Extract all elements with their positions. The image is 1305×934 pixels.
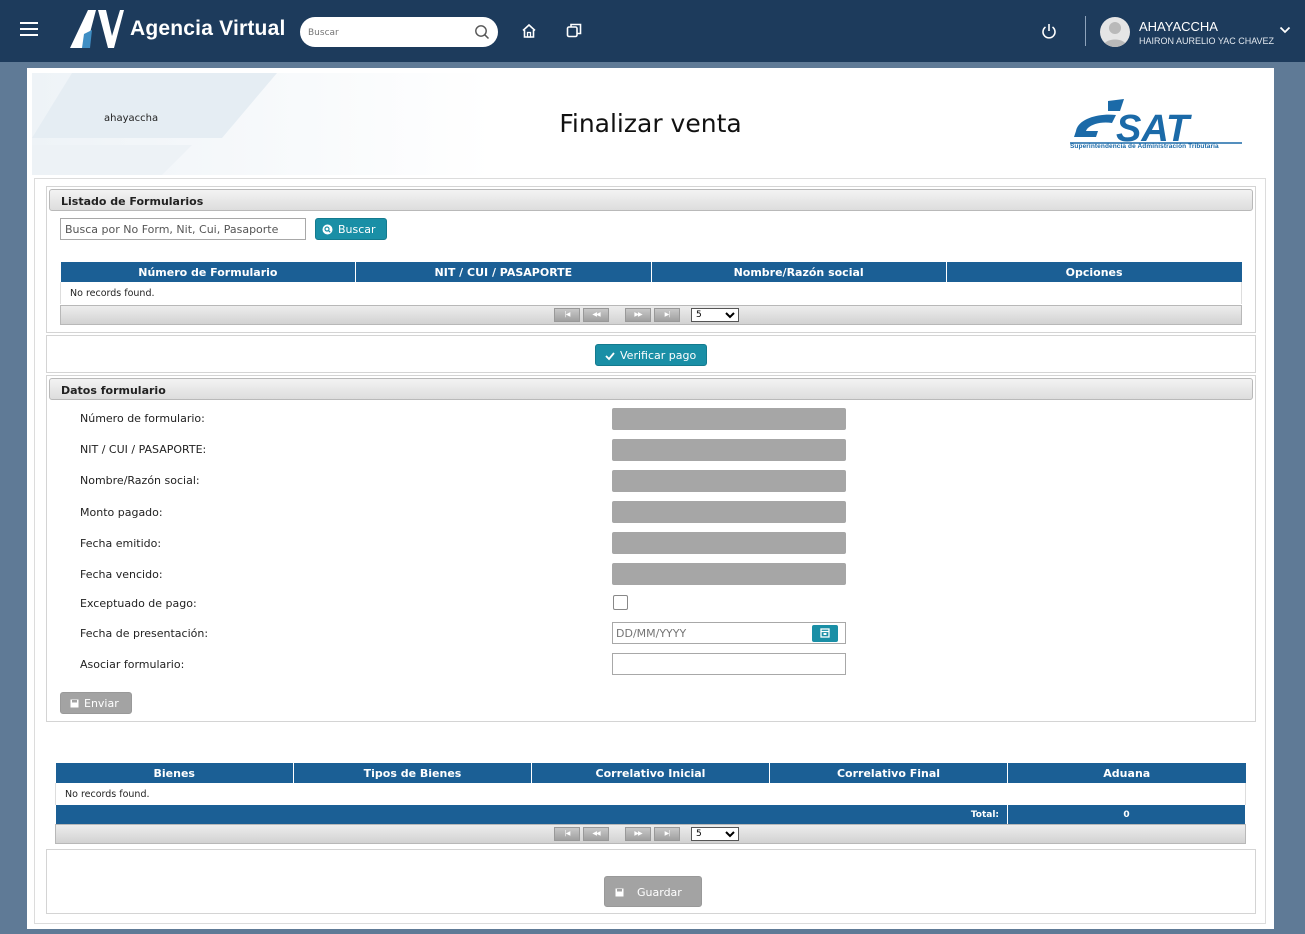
power-icon[interactable]: [1040, 22, 1058, 40]
bienes-paginator: |◀ ◀◀ ▶▶ ▶| 5: [55, 824, 1246, 844]
search-circle-icon: [322, 224, 333, 235]
first-page-button[interactable]: |◀: [554, 827, 580, 841]
fecha-presentacion-label: Fecha de presentación:: [80, 627, 209, 640]
column-header[interactable]: Nombre/Razón social: [651, 262, 947, 282]
bienes-table: Bienes Tipos de Bienes Correlativo Inici…: [55, 763, 1246, 824]
prev-page-button[interactable]: ◀◀: [583, 308, 609, 322]
verificar-panel: Verificar pago: [46, 335, 1256, 373]
user-full-name: HAIRON AURELIO YAC CHAVEZ: [1139, 36, 1275, 46]
sat-subtitle: Superintendencia de Administración Tribu…: [1070, 143, 1219, 150]
column-header[interactable]: Correlativo Final: [769, 763, 1008, 783]
chevron-down-icon[interactable]: [1279, 25, 1291, 35]
listado-panel-header[interactable]: Listado de Formularios: [49, 189, 1253, 211]
calendar-button[interactable]: [812, 625, 838, 642]
exceptuado-checkbox[interactable]: [613, 595, 628, 610]
user-avatar-icon: [1103, 22, 1127, 47]
check-icon: [605, 352, 615, 361]
enviar-button-label: Enviar: [84, 697, 119, 710]
prev-page-button[interactable]: ◀◀: [583, 827, 609, 841]
enviar-button[interactable]: Enviar: [60, 692, 132, 714]
first-page-button[interactable]: |◀: [554, 308, 580, 322]
total-value: 0: [1007, 805, 1246, 824]
app-title: Agencia Virtual: [130, 17, 286, 40]
total-label: Total:: [55, 805, 1008, 824]
global-search[interactable]: [300, 17, 498, 47]
column-header[interactable]: Aduana: [1007, 763, 1246, 783]
rows-per-page-select[interactable]: 5: [691, 827, 739, 841]
last-page-button[interactable]: ▶|: [654, 827, 680, 841]
formularios-table: Número de Formulario NIT / CUI / PASAPOR…: [60, 262, 1242, 304]
column-header[interactable]: Bienes: [55, 763, 294, 783]
asociar-formulario-input[interactable]: [612, 653, 846, 675]
listado-panel-title: Listado de Formularios: [61, 195, 204, 208]
form-search-input[interactable]: [60, 218, 306, 240]
page-card: ahayaccha Finalizar venta SAT Superinten…: [27, 68, 1274, 929]
page-header: ahayaccha Finalizar venta SAT Superinten…: [32, 73, 1269, 175]
monto-field: [612, 501, 846, 523]
numero-formulario-label: Número de formulario:: [80, 412, 205, 425]
buscar-button[interactable]: Buscar: [315, 218, 387, 240]
next-page-button[interactable]: ▶▶: [625, 827, 651, 841]
totals-row: Total: 0: [55, 805, 1246, 824]
fecha-presentacion-input[interactable]: [616, 626, 806, 641]
monto-label: Monto pagado:: [80, 506, 163, 519]
next-page-button[interactable]: ▶▶: [625, 308, 651, 322]
navbar-divider: [1085, 16, 1086, 46]
nombre-label: Nombre/Razón social:: [80, 474, 200, 487]
fecha-emitido-field: [612, 532, 846, 554]
asociar-label: Asociar formulario:: [80, 658, 185, 671]
nit-label: NIT / CUI / PASAPORTE:: [80, 443, 207, 456]
fecha-presentacion-field[interactable]: [612, 622, 846, 644]
save-icon: [615, 888, 624, 897]
windows-icon[interactable]: [565, 22, 583, 40]
calendar-icon: [820, 628, 830, 638]
verificar-pago-button[interactable]: Verificar pago: [595, 344, 707, 366]
global-search-input[interactable]: [308, 25, 468, 40]
nit-field: [612, 439, 846, 461]
last-page-button[interactable]: ▶|: [654, 308, 680, 322]
username[interactable]: AHAYACCHA: [1139, 19, 1218, 34]
agencia-virtual-logo: [70, 10, 124, 48]
avatar[interactable]: [1100, 17, 1130, 47]
column-header[interactable]: Correlativo Inicial: [531, 763, 770, 783]
exceptuado-label: Exceptuado de pago:: [80, 597, 197, 610]
empty-message: No records found.: [55, 783, 1246, 805]
datos-panel: Datos formulario Número de formulario: N…: [46, 375, 1256, 722]
formularios-paginator: |◀ ◀◀ ▶▶ ▶| 5: [60, 305, 1242, 325]
verificar-pago-label: Verificar pago: [620, 349, 697, 362]
guardar-button[interactable]: Guardar: [604, 876, 702, 907]
menu-icon[interactable]: [20, 22, 38, 38]
rows-per-page-select[interactable]: 5: [691, 308, 739, 322]
numero-formulario-field: [612, 408, 846, 430]
datos-panel-title: Datos formulario: [61, 384, 166, 397]
guardar-button-label: Guardar: [637, 886, 682, 899]
fecha-vencido-field: [612, 563, 846, 585]
save-icon: [70, 699, 79, 708]
fecha-vencido-label: Fecha vencido:: [80, 568, 163, 581]
datos-panel-header[interactable]: Datos formulario: [49, 378, 1253, 400]
home-icon[interactable]: [520, 22, 538, 40]
column-header[interactable]: Número de Formulario: [60, 262, 357, 282]
guardar-panel: Guardar: [46, 849, 1256, 914]
search-icon[interactable]: [474, 24, 490, 40]
column-header[interactable]: Opciones: [946, 262, 1242, 282]
top-navbar: Agencia Virtual AHAYACCHA HAIRON AURELIO…: [0, 0, 1305, 62]
fecha-emitido-label: Fecha emitido:: [80, 537, 162, 550]
nombre-field: [612, 470, 846, 492]
buscar-button-label: Buscar: [338, 223, 376, 236]
column-header[interactable]: Tipos de Bienes: [293, 763, 532, 783]
empty-message: No records found.: [60, 282, 1242, 304]
listado-panel: Listado de Formularios Buscar Número de …: [46, 186, 1256, 333]
column-header[interactable]: NIT / CUI / PASAPORTE: [355, 262, 652, 282]
